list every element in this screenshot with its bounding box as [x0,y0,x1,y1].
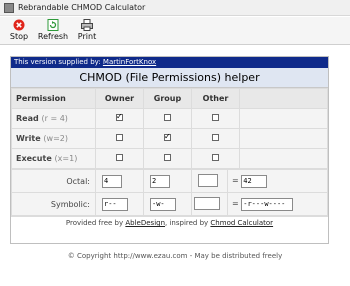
read-label: Read [16,114,39,123]
table-row: Read (r = 4) [11,108,328,129]
symbolic-label: Symbolic: [11,192,96,216]
read-hint: (r = 4) [41,114,68,123]
execute-label: Execute [16,154,52,163]
symbolic-total-field[interactable]: -r---w---- [241,197,294,211]
page-title: CHMOD (File Permissions) helper [11,68,328,88]
write-hint: (w=2) [43,134,68,143]
octal-label: Octal: [11,169,96,193]
chmod-panel: This version supplied by: MartinFortKnox… [10,56,329,244]
write-other-checkbox[interactable] [212,134,219,141]
execute-owner-checkbox[interactable] [116,154,123,161]
refresh-icon [47,19,59,31]
col-permission: Permission [11,88,96,109]
stop-icon [13,19,25,31]
read-owner-checkbox[interactable] [116,112,123,121]
execute-group-checkbox[interactable] [164,154,171,161]
print-button[interactable]: Print [72,17,102,41]
col-group: Group [143,88,192,109]
col-other: Other [191,88,240,109]
table-row: Write (w=2) [11,128,328,149]
app-icon [4,2,14,13]
write-owner-checkbox[interactable] [116,134,123,141]
stop-button[interactable]: Stop [4,17,34,41]
result-table: Octal: 4 2 = 42 Symbolic: r-- -w- = -r--… [11,169,328,216]
row-label-execute: Execute (x=1) [11,148,96,169]
row-label-read: Read (r = 4) [11,108,96,129]
write-label: Write [16,134,41,143]
supplier-link[interactable]: MartinFortKnox [103,58,156,66]
row-label-write: Write (w=2) [11,128,96,149]
octal-group-field[interactable]: 2 [150,174,170,188]
symbolic-group-field[interactable]: -w- [150,197,176,211]
credits-mid: , inspired by [165,219,209,227]
supplier-prefix: This version supplied by: [14,58,101,66]
credits-prefix: Provided free by [65,219,124,227]
symbolic-owner-field[interactable]: r-- [102,197,128,211]
author-link[interactable]: AbleDesign [125,219,165,227]
octal-other-field[interactable] [198,173,218,187]
copyright-footer: © Copyright http://www.ezau.com - May be… [67,252,283,260]
credits-line: Provided free by AbleDesign, inspired by… [11,216,328,229]
col-owner: Owner [95,88,144,109]
refresh-label: Refresh [37,32,69,41]
title-bar: Rebrandable CHMOD Calculator [0,0,350,16]
permissions-table: Permission Owner Group Other Read (r = 4… [11,88,328,169]
col-spacer [239,88,328,109]
toolbar: Stop Refresh Print [0,17,350,45]
inspiration-link[interactable]: Chmod Calculator [210,219,273,227]
write-group-checkbox[interactable] [164,132,171,141]
read-group-checkbox[interactable] [164,114,171,121]
window-title: Rebrandable CHMOD Calculator [18,3,146,12]
table-header: Permission Owner Group Other [11,88,328,109]
table-row: Execute (x=1) [11,148,328,169]
octal-row: Octal: 4 2 = 42 [11,169,328,193]
octal-equals: = [232,175,239,185]
stop-label: Stop [9,32,29,41]
symbolic-other-field[interactable] [194,196,220,210]
execute-hint: (x=1) [54,154,78,163]
execute-other-checkbox[interactable] [212,154,219,161]
symbolic-row: Symbolic: r-- -w- = -r---w---- [11,192,328,216]
octal-owner-field[interactable]: 4 [102,174,122,188]
octal-total-field[interactable]: 42 [241,174,268,188]
refresh-button[interactable]: Refresh [38,17,68,41]
printer-icon [81,19,93,31]
read-other-checkbox[interactable] [212,114,219,121]
supplier-bar: This version supplied by: MartinFortKnox [11,57,328,68]
symbolic-equals: = [232,198,239,208]
print-label: Print [77,32,97,41]
